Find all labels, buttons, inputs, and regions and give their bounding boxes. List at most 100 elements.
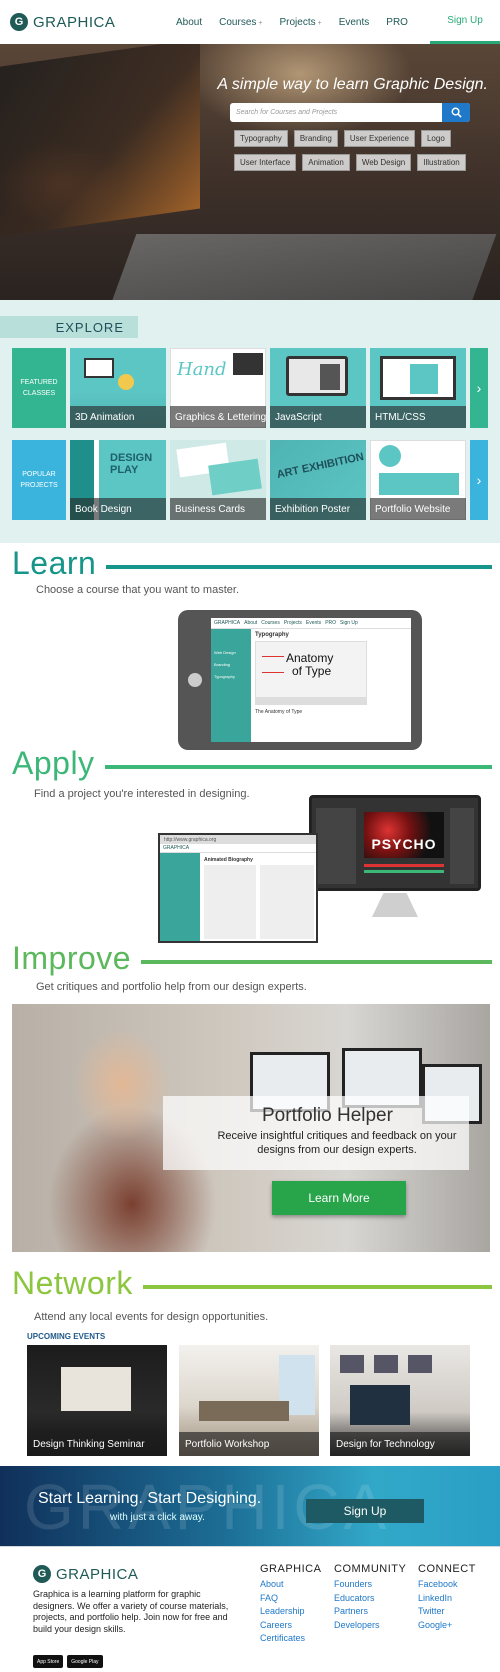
mini-sidebar-items: Web Design Branding Typography: [211, 629, 251, 683]
footer-link-twitter[interactable]: Twitter: [418, 1605, 476, 1619]
card-label: HTML/CSS: [370, 406, 466, 428]
portfolio-helper-title: Portfolio Helper: [262, 1105, 393, 1126]
apply-title: Apply: [12, 745, 95, 781]
chevron-right-icon: ›: [476, 380, 482, 396]
hero-laptop-screen: [0, 44, 200, 240]
footer-link-certificates[interactable]: Certificates: [260, 1632, 321, 1646]
footer-link-educators[interactable]: Educators: [334, 1592, 406, 1606]
nav-courses-label: Courses: [219, 16, 257, 28]
nav-events[interactable]: Events: [339, 17, 370, 28]
upcoming-events-label: UPCOMING EVENTS: [27, 1332, 106, 1341]
mini-brand: GRAPHICA: [214, 620, 241, 626]
nav-events-label: Events: [338, 16, 370, 28]
footer-col-title: CONNECT: [418, 1563, 476, 1575]
popular-next-button[interactable]: ›: [470, 440, 488, 520]
popular-label-line1: POPULAR: [22, 470, 56, 478]
footer-link-googleplus[interactable]: Google+: [418, 1619, 476, 1633]
monitor-left-panel: [316, 808, 356, 884]
event-frame: [408, 1355, 432, 1373]
footer-link-founders[interactable]: Founders: [334, 1578, 406, 1592]
footer-link-faq[interactable]: FAQ: [260, 1592, 321, 1606]
mini-nav-projects: Projects: [283, 620, 302, 626]
card-label: JavaScript: [270, 406, 366, 428]
event-frame: [374, 1355, 398, 1373]
card-exhibition-poster[interactable]: ART EXHIBITION Exhibition Poster: [270, 440, 366, 520]
featured-label-line2: CLASSES: [22, 390, 56, 397]
cta-subtitle: with just a click away.: [110, 1512, 205, 1523]
apply-heading: Apply: [12, 745, 492, 782]
brand-logo[interactable]: G GRAPHICA: [10, 13, 115, 31]
event-projection-screen: [61, 1367, 131, 1411]
search-button[interactable]: [442, 103, 470, 122]
tag-logo[interactable]: Logo: [420, 130, 451, 147]
footer-logo[interactable]: G GRAPHICA: [33, 1565, 138, 1583]
nav-about[interactable]: About: [176, 17, 202, 28]
mini-nav-pro: PRO: [325, 620, 337, 626]
tag-animation[interactable]: Animation: [302, 154, 350, 171]
tag-user-interface[interactable]: User Interface: [234, 154, 297, 171]
tag-user-experience[interactable]: User Experience: [343, 130, 415, 147]
nav-signup-button[interactable]: Sign Up: [430, 0, 500, 44]
hero-title: A simple way to learn Graphic Design.: [217, 76, 488, 93]
footer-col-title: COMMUNITY: [334, 1563, 407, 1575]
tag-illustration[interactable]: Illustration: [417, 154, 466, 171]
event-card-design-technology[interactable]: Design for Technology: [330, 1345, 470, 1456]
footer-link-linkedin[interactable]: LinkedIn: [418, 1592, 476, 1606]
footer-col-graphica: GRAPHICA About FAQ Leadership Careers Ce…: [260, 1563, 321, 1646]
monitor-right-panel: [450, 808, 474, 884]
card-javascript[interactable]: JavaScript: [270, 348, 366, 428]
mini-player-bar: [256, 697, 366, 704]
featured-next-button[interactable]: ›: [470, 348, 488, 428]
browser-mockup: http://www.graphica.org GRAPHICA Animate…: [158, 833, 318, 943]
top-nav: G GRAPHICA About Courses + Projects + Even…: [0, 0, 500, 44]
app-store-badge[interactable]: App Store: [33, 1655, 64, 1668]
nav-courses[interactable]: Courses +: [219, 17, 262, 28]
search-input[interactable]: Search for Courses and Projects: [230, 109, 442, 116]
footer-link-about[interactable]: About: [260, 1578, 321, 1592]
footer: G GRAPHICA Graphica is a learning platfo…: [0, 1546, 500, 1672]
mini-side-item: Web Design: [214, 650, 236, 655]
tag-web-design[interactable]: Web Design: [355, 154, 412, 171]
popular-projects-label: POPULAR PROJECTS: [12, 440, 66, 520]
mini-card-title-1: Anatomy: [286, 651, 334, 665]
event-card-portfolio-workshop[interactable]: Portfolio Workshop: [179, 1345, 319, 1456]
learn-more-button[interactable]: Learn More: [272, 1181, 406, 1215]
footer-link-partners[interactable]: Partners: [334, 1605, 406, 1619]
improve-divider: [141, 959, 492, 964]
tablet-mockup: GRAPHICA About Courses Projects Events P…: [178, 610, 422, 750]
popular-projects-row: POPULAR PROJECTS DESIGN PLAY Book Design B…: [12, 440, 500, 520]
card-label: Book Design: [70, 498, 166, 520]
hero-tags: Typography Branding User Experience Logo…: [234, 130, 474, 178]
mini-sidebar: Web Design Branding Typography: [211, 629, 251, 742]
footer-link-developers[interactable]: Developers: [334, 1619, 406, 1633]
google-play-badge[interactable]: Google Play: [67, 1655, 103, 1668]
cta-signup-button[interactable]: Sign Up: [306, 1499, 424, 1523]
event-frame: [340, 1355, 364, 1373]
chevron-right-icon: ›: [476, 472, 482, 488]
card-portfolio-website[interactable]: Portfolio Website: [370, 440, 466, 520]
browser-text-block: [204, 865, 256, 939]
browser-sidebar: [160, 853, 200, 941]
nav-pro[interactable]: PRO: [386, 17, 408, 28]
footer-brand-name: GRAPHICA: [56, 1565, 139, 1583]
hero-search: Search for Courses and Projects: [230, 103, 470, 122]
explore-section: EXPLORE FEATURED CLASSES 3D Animation Han…: [0, 300, 500, 543]
footer-link-leadership[interactable]: Leadership: [260, 1605, 321, 1619]
mini-card-title: Anatomy of Type: [286, 652, 333, 677]
card-html-css[interactable]: HTML/CSS: [370, 348, 466, 428]
improve-heading: Improve: [12, 940, 492, 977]
card-graphics-lettering[interactable]: Hand Graphics & Lettering: [170, 348, 266, 428]
footer-link-facebook[interactable]: Facebook: [418, 1578, 476, 1592]
nav-projects[interactable]: Projects +: [279, 17, 321, 28]
card-3d-animation[interactable]: 3D Animation: [70, 348, 166, 428]
footer-link-careers[interactable]: Careers: [260, 1619, 321, 1633]
apply-subtitle: Find a project you're interested in desi…: [34, 788, 250, 800]
tag-branding[interactable]: Branding: [293, 130, 338, 147]
featured-classes-row: FEATURED CLASSES 3D Animation Hand Graphi…: [12, 348, 500, 428]
event-card-design-thinking[interactable]: Design Thinking Seminar: [27, 1345, 167, 1456]
card-book-design[interactable]: DESIGN PLAY Book Design: [70, 440, 166, 520]
card-business-cards[interactable]: Business Cards: [170, 440, 266, 520]
tag-typography[interactable]: Typography: [234, 130, 288, 147]
mini-nav-events: Events: [305, 620, 322, 626]
monitor-timeline: [364, 864, 444, 867]
